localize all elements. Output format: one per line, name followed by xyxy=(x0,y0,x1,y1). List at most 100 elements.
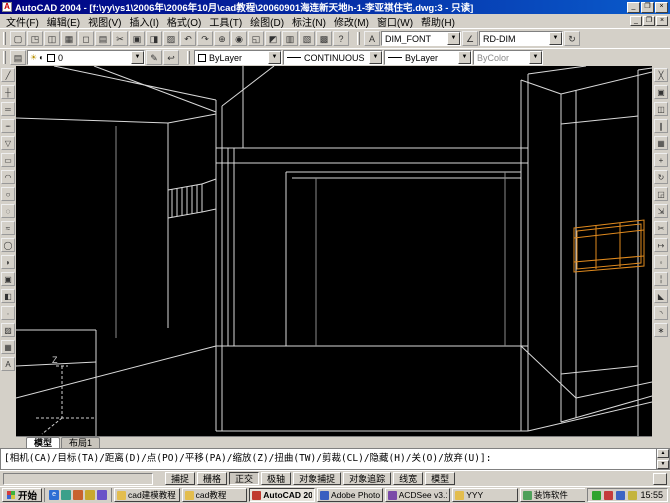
chevron-down-icon[interactable]: ▼ xyxy=(458,51,471,64)
command-scrollbar[interactable]: ▲ ▼ xyxy=(656,449,669,469)
quick-launch-icon-mail[interactable] xyxy=(85,490,96,500)
quick-launch-icon-desktop[interactable] xyxy=(61,490,72,500)
dim-style-button[interactable]: ∠ xyxy=(462,31,478,46)
help-button[interactable]: ? xyxy=(333,31,349,46)
spline-button[interactable]: ≈ xyxy=(1,221,15,235)
status-toggle-lwt[interactable]: 线宽 xyxy=(393,472,424,485)
color-combo[interactable]: ByLayer ▼ xyxy=(194,50,282,65)
plot-preview-button[interactable]: ◻ xyxy=(78,31,94,46)
construction-line-button[interactable]: ┼ xyxy=(1,85,15,99)
zoom-realtime-button[interactable]: ◉ xyxy=(231,31,247,46)
break-at-point-button[interactable]: ◦ xyxy=(654,255,668,269)
make-block-button[interactable]: ◧ xyxy=(1,289,15,303)
rotate-button[interactable]: ↻ xyxy=(654,170,668,184)
taskbar-task-autocad[interactable]: AutoCAD 200... xyxy=(249,488,315,502)
chamfer-button[interactable]: ◣ xyxy=(654,289,668,303)
stretch-button[interactable]: ⇲ xyxy=(654,204,668,218)
status-toggle-snap[interactable]: 捕捉 xyxy=(165,472,196,485)
erase-button[interactable]: ╳ xyxy=(654,68,668,82)
menu-item-tools[interactable]: 工具(T) xyxy=(205,14,246,29)
chevron-down-icon[interactable]: ▼ xyxy=(369,51,382,64)
trim-button[interactable]: ✂ xyxy=(654,221,668,235)
taskbar-task-decor-software[interactable]: 装饰软件 xyxy=(519,488,586,502)
taskbar-task-photoshop[interactable]: Adobe Photo... xyxy=(316,488,383,502)
menu-item-format[interactable]: 格式(O) xyxy=(163,14,205,29)
doc-minimize-button[interactable]: _ xyxy=(630,16,642,26)
fillet-button[interactable]: ◝ xyxy=(654,306,668,320)
taskbar-task-cad-tutorial[interactable]: cad教程 xyxy=(181,488,248,502)
tab-layout1[interactable]: 布局1 xyxy=(61,437,101,448)
menu-item-view[interactable]: 视图(V) xyxy=(84,14,125,29)
copy-object-button[interactable]: ▣ xyxy=(654,85,668,99)
quick-launch-icon-media[interactable] xyxy=(73,490,84,500)
toolbar-grip[interactable] xyxy=(3,32,6,45)
plot-button[interactable]: ▦ xyxy=(61,31,77,46)
region-button[interactable]: ▦ xyxy=(1,340,15,354)
undo-button[interactable]: ↶ xyxy=(180,31,196,46)
mirror-button[interactable]: ◫ xyxy=(654,102,668,116)
layer-previous-button[interactable]: ↩ xyxy=(163,50,179,65)
close-button[interactable]: × xyxy=(655,1,668,13)
menu-item-dimension[interactable]: 标注(N) xyxy=(288,14,330,29)
scale-button[interactable]: ◲ xyxy=(654,187,668,201)
redo-button[interactable]: ↷ xyxy=(197,31,213,46)
copy-button[interactable]: ▣ xyxy=(129,31,145,46)
properties-button[interactable]: ▥ xyxy=(282,31,298,46)
tab-model[interactable]: 模型 xyxy=(26,437,61,448)
toolbar-grip[interactable] xyxy=(3,51,6,64)
hatch-button[interactable]: ▨ xyxy=(1,323,15,337)
status-toggle-osnap[interactable]: 对象捕捉 xyxy=(293,472,342,485)
dim-style-combo[interactable]: RD-DIM ▼ xyxy=(479,31,563,46)
doc-restore-button[interactable]: ❐ xyxy=(643,16,655,26)
menu-item-edit[interactable]: 编辑(E) xyxy=(43,14,84,29)
toolbar-grip[interactable] xyxy=(357,32,360,45)
array-button[interactable]: ▦ xyxy=(654,136,668,150)
make-object-layer-current-button[interactable]: ✎ xyxy=(146,50,162,65)
model-viewport[interactable]: Z xyxy=(16,66,652,436)
explode-button[interactable]: ∗ xyxy=(654,323,668,337)
break-button[interactable]: ╎ xyxy=(654,272,668,286)
start-button[interactable]: 开始 xyxy=(2,488,43,502)
polygon-button[interactable]: ▽ xyxy=(1,136,15,150)
tray-icon-2[interactable] xyxy=(604,490,614,500)
quick-launch-icon-explorer[interactable] xyxy=(97,490,108,500)
menu-item-insert[interactable]: 插入(I) xyxy=(125,14,162,29)
mtext-button[interactable]: A xyxy=(1,357,15,371)
highlighted-object[interactable] xyxy=(573,219,645,273)
taskbar-task-cad-modeling-tutorial[interactable]: cad建模教程 xyxy=(114,488,180,502)
linetype-combo[interactable]: CONTINUOUS ▼ xyxy=(283,50,383,65)
status-toggle-model[interactable]: 模型 xyxy=(425,472,456,485)
taskbar-task-yyy[interactable]: YYY xyxy=(452,488,518,502)
tray-icon-4[interactable] xyxy=(628,490,638,500)
open-button[interactable]: ◳ xyxy=(27,31,43,46)
command-window[interactable]: [相机(CA)/目标(TA)/距离(D)/点(PO)/平移(PA)/缩放(Z)/… xyxy=(0,448,670,470)
text-style-button[interactable]: A xyxy=(364,31,380,46)
quick-launch-icon-ie[interactable]: e xyxy=(49,490,60,500)
scroll-up-icon[interactable]: ▲ xyxy=(657,449,669,458)
cut-button[interactable]: ✂ xyxy=(112,31,128,46)
arc-button[interactable]: ◠ xyxy=(1,170,15,184)
status-toggle-ortho[interactable]: 正交 xyxy=(229,472,260,485)
taskbar-task-acdsee[interactable]: ACDSee v3.1... xyxy=(384,488,451,502)
status-toggle-grid[interactable]: 栅格 xyxy=(197,472,228,485)
chevron-down-icon[interactable]: ▼ xyxy=(268,51,281,64)
circle-button[interactable]: ○ xyxy=(1,187,15,201)
revision-cloud-button[interactable]: ◌ xyxy=(1,204,15,218)
move-button[interactable]: + xyxy=(654,153,668,167)
menu-item-help[interactable]: 帮助(H) xyxy=(417,14,459,29)
designcenter-button[interactable]: ▧ xyxy=(299,31,315,46)
menu-item-modify[interactable]: 修改(M) xyxy=(330,14,373,29)
paste-button[interactable]: ◨ xyxy=(146,31,162,46)
layer-properties-manager-button[interactable]: ▤ xyxy=(10,50,26,65)
tray-icon-3[interactable] xyxy=(616,490,626,500)
ellipse-button[interactable]: ◯ xyxy=(1,238,15,252)
chevron-down-icon[interactable]: ▼ xyxy=(131,51,144,64)
menu-item-draw[interactable]: 绘图(D) xyxy=(246,14,288,29)
zoom-window-button[interactable]: ◱ xyxy=(248,31,264,46)
scroll-down-icon[interactable]: ▼ xyxy=(657,460,669,469)
minimize-button[interactable]: _ xyxy=(627,1,640,13)
publish-button[interactable]: ▤ xyxy=(95,31,111,46)
zoom-previous-button[interactable]: ◩ xyxy=(265,31,281,46)
line-button[interactable]: ╱ xyxy=(1,68,15,82)
ellipse-arc-button[interactable]: ◗ xyxy=(1,255,15,269)
